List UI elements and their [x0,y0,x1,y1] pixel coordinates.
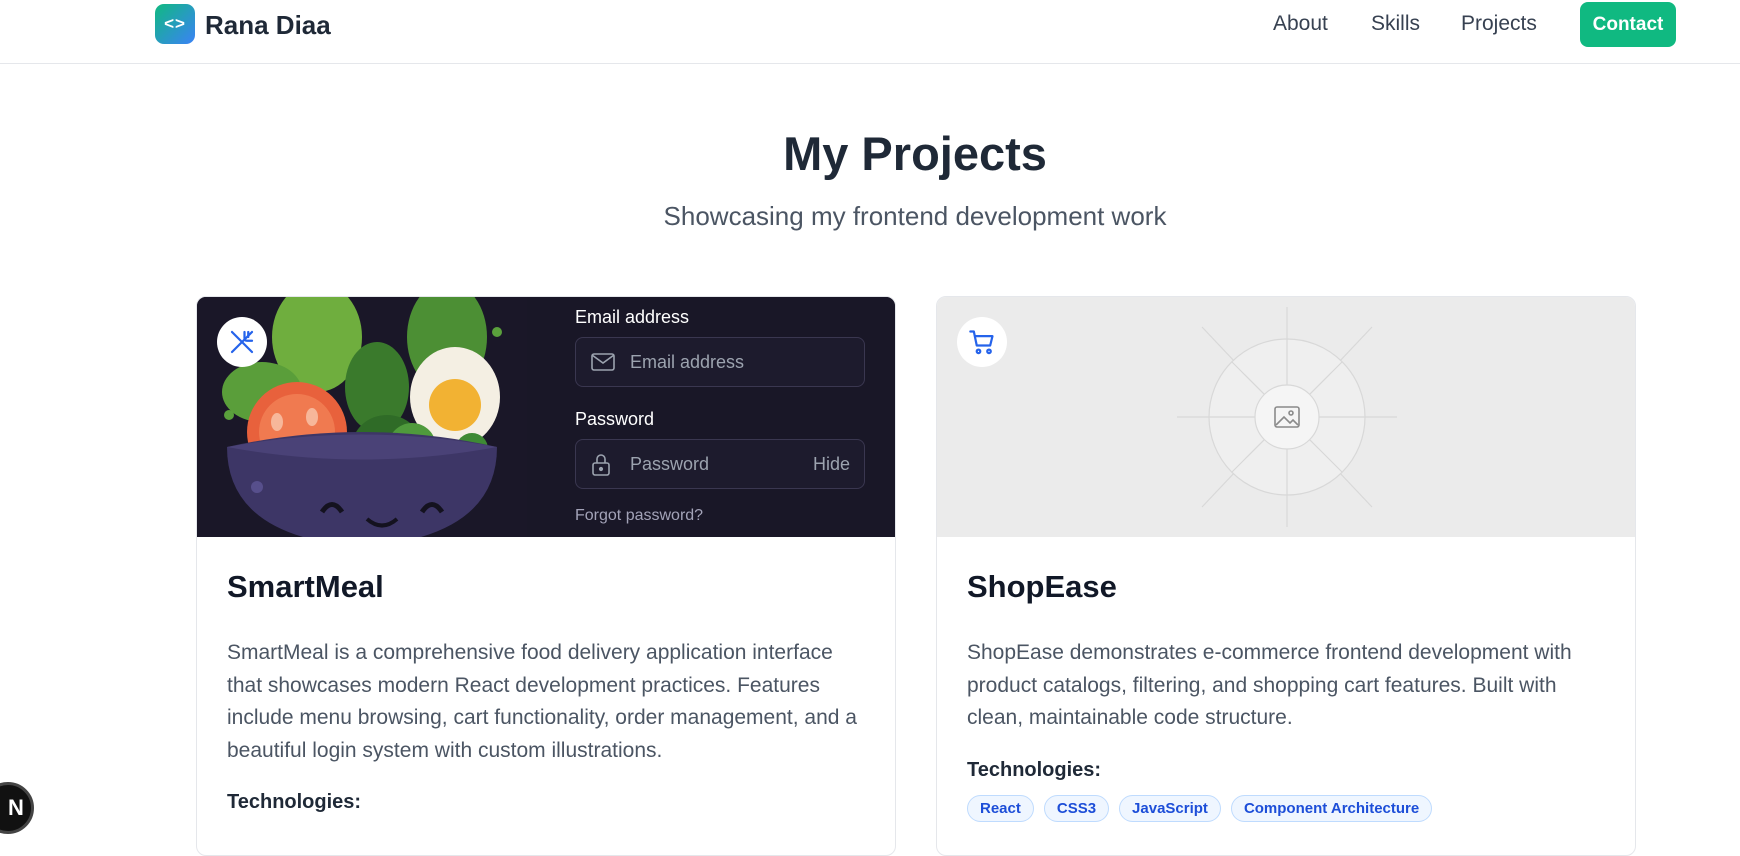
nav-link-skills[interactable]: Skills [1371,12,1420,36]
email-placeholder: Email address [630,352,745,372]
password-placeholder: Password [630,454,710,474]
tag-css3: CSS3 [1043,795,1110,822]
login-form-preview: Email address Email address Password Pas… [527,297,895,537]
technology-tags: React CSS3 JavaScript Component Architec… [967,795,1433,822]
project-description: SmartMeal is a comprehensive food delive… [227,641,857,762]
shopping-cart-icon [957,317,1007,367]
project-card-smartmeal[interactable]: Email address Email address Password Pas… [196,296,896,856]
code-logo-icon[interactable]: <> [155,4,195,44]
nav-link-projects[interactable]: Projects [1461,12,1537,36]
lock-icon [590,453,612,482]
top-navbar: <> Rana Diaa About Skills Projects Conta… [0,0,1740,64]
nav-link-about[interactable]: About [1273,12,1328,36]
project-image-placeholder [937,297,1635,537]
email-field: Email address [575,337,865,387]
email-label: Email address [575,307,690,327]
project-title: SmartMeal [227,569,384,604]
password-field: Password Hide [575,439,865,489]
project-title: ShopEase [967,569,1117,604]
technologies-label: Technologies: [967,759,1102,781]
technologies-label: Technologies: [227,791,362,813]
password-label: Password [575,409,655,429]
project-image-smartmeal: Email address Email address Password Pas… [197,297,895,537]
page-title: My Projects [783,127,1047,180]
project-card-shopease[interactable]: ShopEase ShopEase demonstrates e-commerc… [936,296,1636,856]
project-description: ShopEase demonstrates e-commerce fronten… [967,641,1572,729]
nextjs-dev-badge[interactable]: N [0,782,34,834]
tag-component-architecture: Component Architecture [1230,795,1433,822]
forgot-password-link: Forgot password? [575,507,704,524]
salad-bowl-illustration [197,297,527,537]
hide-password-link: Hide [812,454,850,474]
page-subtitle: Showcasing my frontend development work [663,201,1167,231]
brand-name[interactable]: Rana Diaa [205,10,331,41]
tag-react: React [967,795,1034,822]
image-placeholder-icon [1273,405,1301,434]
tag-javascript: JavaScript [1119,795,1221,822]
mail-icon [590,351,616,378]
fork-knife-icon [217,317,267,367]
contact-button[interactable]: Contact [1580,2,1676,47]
